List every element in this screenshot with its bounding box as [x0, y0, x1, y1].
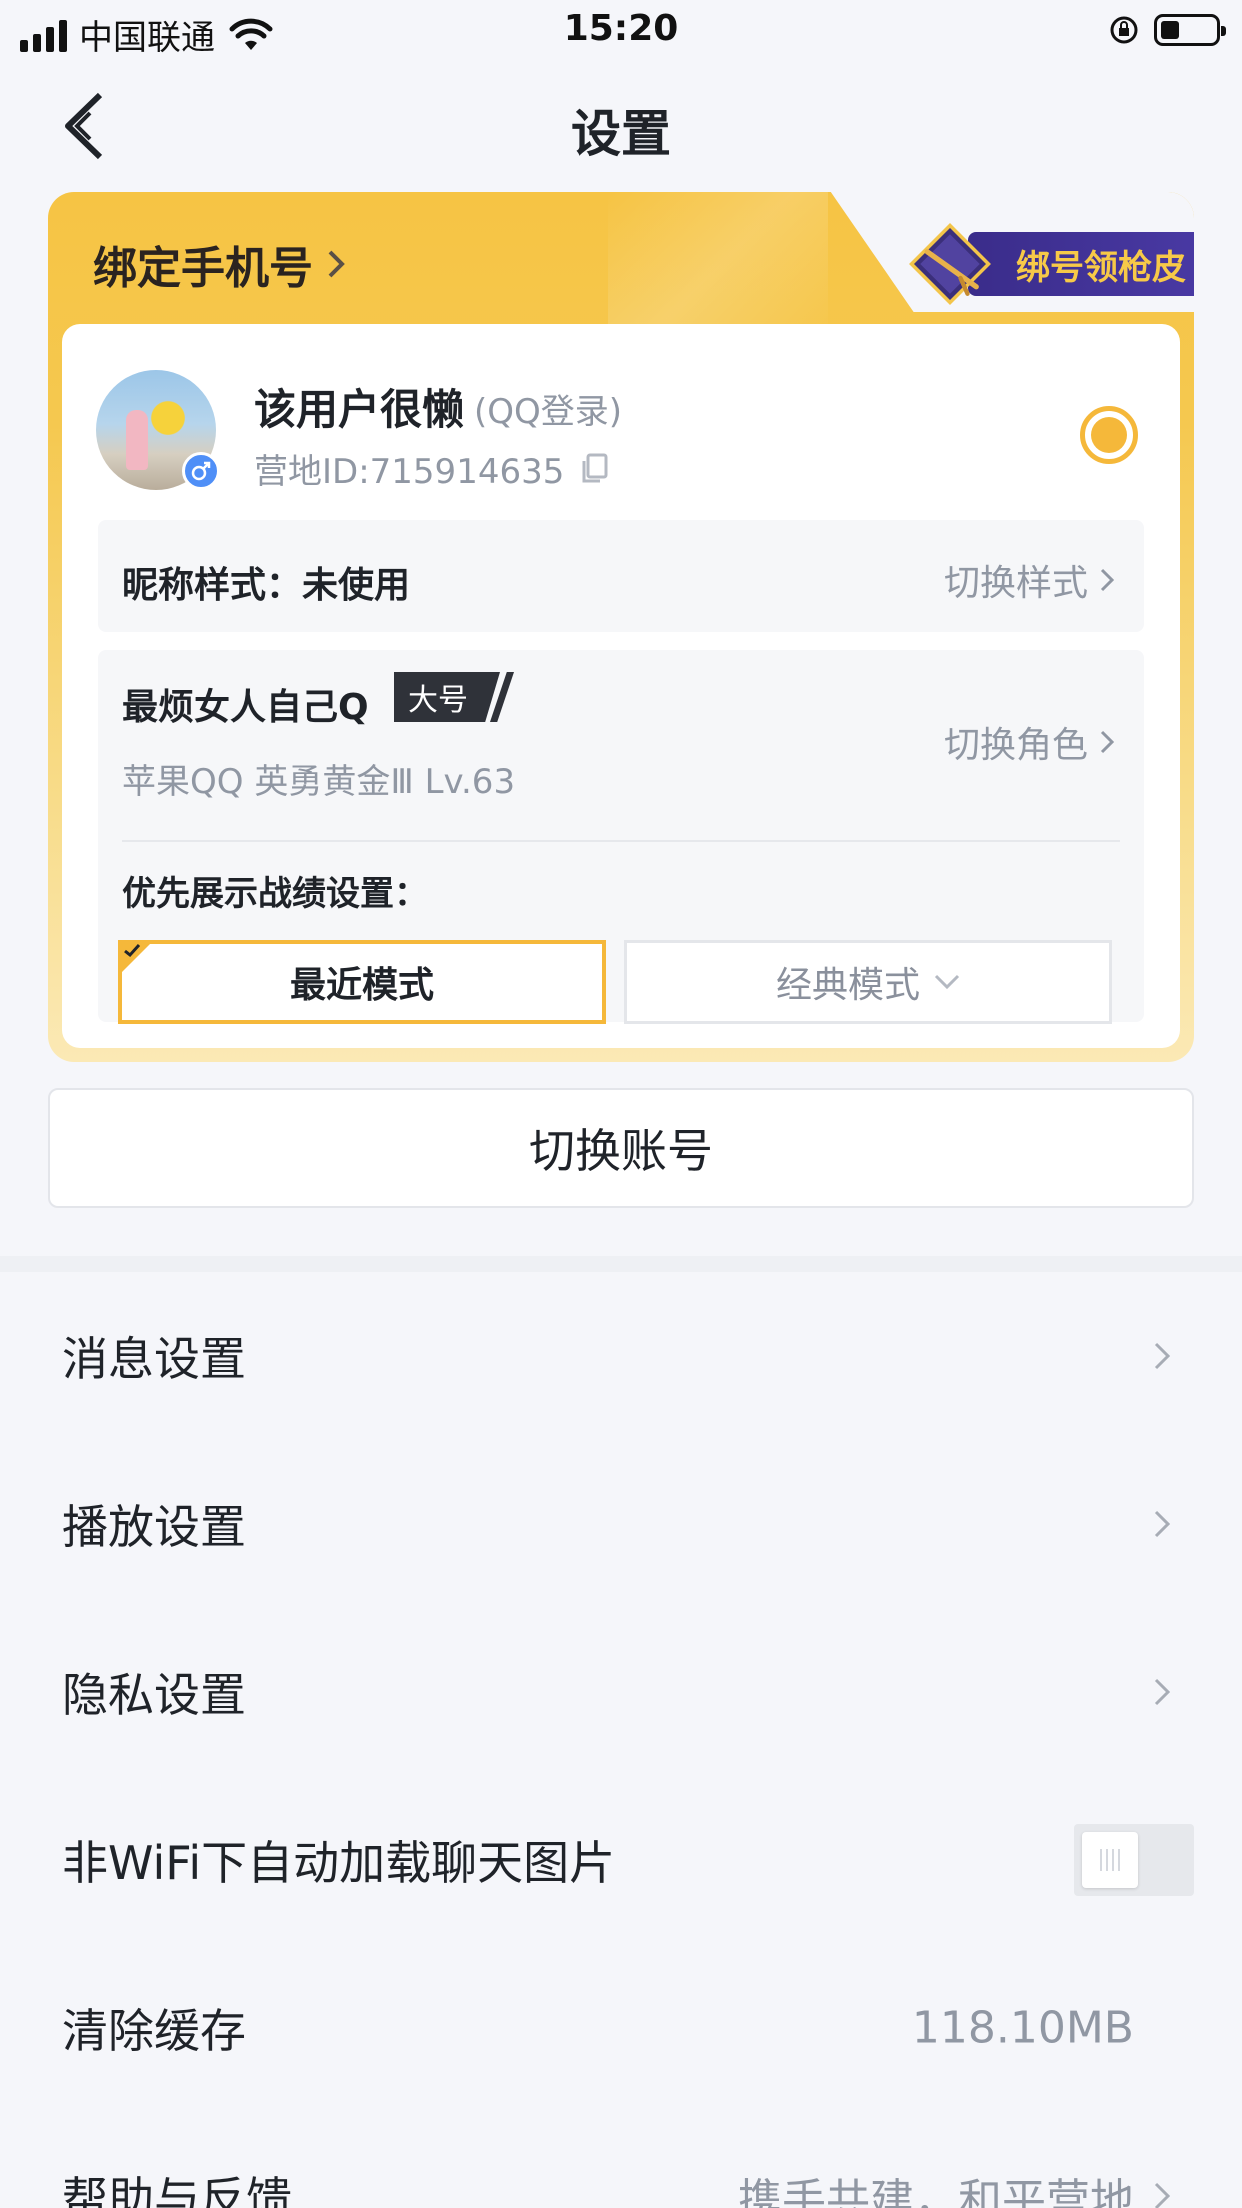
chevron-right-icon: [1100, 568, 1114, 592]
camp-id-text: 营地ID:715914635: [254, 452, 565, 492]
login-type: (QQ登录): [474, 392, 623, 432]
nickname-style-label: 昵称样式：未使用: [122, 565, 411, 606]
section-divider: [0, 1256, 1242, 1272]
cache-size: 118.10MB: [911, 2002, 1134, 2054]
account-card: 绑定手机号 绑号领枪皮 该用户很懒 (QQ登录) 营地ID:715914635 …: [48, 192, 1194, 1062]
switch-account-button[interactable]: 切换账号: [48, 1088, 1194, 1208]
role-meta: 苹果QQ 英勇黄金Ⅲ Lv.63: [122, 762, 516, 802]
settings-item-label: 隐私设置: [62, 1668, 246, 1722]
role-name: 最烦女人自己Q: [122, 687, 369, 728]
recent-mode-label: 最近模式: [289, 965, 434, 1006]
classic-mode-label: 经典模式: [775, 965, 920, 1006]
account-selected-radio[interactable]: [1080, 406, 1138, 464]
card-decoration: [608, 192, 828, 342]
settings-item-playback[interactable]: 播放设置: [0, 1440, 1242, 1608]
chevron-down-icon: [934, 974, 960, 990]
switch-role-label: 切换角色: [943, 725, 1088, 766]
page-title: 设置: [571, 105, 671, 163]
rotation-lock-icon: [1110, 16, 1138, 44]
account-card-body: 该用户很懒 (QQ登录) 营地ID:715914635 昵称样式：未使用 切换样…: [62, 324, 1180, 1048]
classic-mode-button[interactable]: 经典模式: [624, 940, 1112, 1024]
settings-item-auto-load-images: 非WiFi下自动加载聊天图片: [0, 1776, 1242, 1944]
switch-style-button[interactable]: 切换样式: [944, 554, 1114, 606]
switch-role-button[interactable]: 切换角色: [944, 716, 1114, 768]
settings-item-label: 消息设置: [62, 1332, 246, 1386]
male-icon: [182, 452, 220, 490]
settings-list: 消息设置 播放设置 隐私设置 非WiFi下自动加载聊天图片 清除缓存 118.1…: [0, 1272, 1242, 2208]
auto-load-toggle[interactable]: [1074, 1824, 1194, 1896]
settings-item-message[interactable]: 消息设置: [0, 1272, 1242, 1440]
chevron-right-icon: [1154, 1510, 1170, 1538]
settings-item-label: 播放设置: [62, 1500, 246, 1554]
nickname-style-row[interactable]: 昵称样式：未使用 切换样式: [98, 520, 1144, 632]
main-account-tag: 大号: [394, 672, 500, 722]
switch-account-label: 切换账号: [529, 1124, 713, 1178]
switch-style-label: 切换样式: [943, 563, 1088, 604]
copy-icon[interactable]: [580, 453, 608, 485]
skin-badge-label: 绑号领枪皮: [1016, 247, 1186, 288]
battery-icon: [1154, 14, 1226, 46]
chevron-right-icon: [1154, 1678, 1170, 1706]
settings-item-label: 非WiFi下自动加载聊天图片: [62, 1836, 616, 1890]
username: 该用户很懒: [254, 385, 465, 434]
role-box: 最烦女人自己Q 大号 苹果QQ 英勇黄金Ⅲ Lv.63 切换角色 优先展示战绩设…: [98, 650, 1144, 1024]
prefer-display-label: 优先展示战绩设置：: [122, 874, 428, 914]
bind-skin-badge[interactable]: 绑号领枪皮: [908, 222, 1194, 306]
bind-phone-link[interactable]: 绑定手机号: [93, 232, 345, 296]
recent-mode-button[interactable]: 最近模式: [118, 940, 606, 1024]
status-bar: 中国联通 15:20: [0, 0, 1242, 62]
check-icon: [124, 943, 141, 958]
settings-item-privacy[interactable]: 隐私设置: [0, 1608, 1242, 1776]
status-time: 15:20: [563, 8, 679, 49]
settings-item-help[interactable]: 帮助与反馈 携手共建，和平营地: [0, 2112, 1242, 2208]
camp-id: 营地ID:715914635: [254, 444, 608, 493]
settings-item-label: 清除缓存: [62, 2004, 246, 2058]
settings-item-clear-cache[interactable]: 清除缓存 118.10MB: [0, 1944, 1242, 2112]
nav-bar: 设置: [0, 62, 1242, 192]
bind-phone-label: 绑定手机号: [93, 243, 313, 294]
chevron-right-icon: [328, 250, 345, 278]
chevron-right-icon: [1154, 2182, 1170, 2208]
chevron-right-icon: [1100, 730, 1114, 754]
help-value: 携手共建，和平营地: [738, 2175, 1134, 2208]
divider: [122, 840, 1120, 842]
chevron-right-icon: [1154, 1342, 1170, 1370]
settings-item-label: 帮助与反馈: [62, 2172, 292, 2208]
gun-skin-icon: [908, 222, 992, 306]
